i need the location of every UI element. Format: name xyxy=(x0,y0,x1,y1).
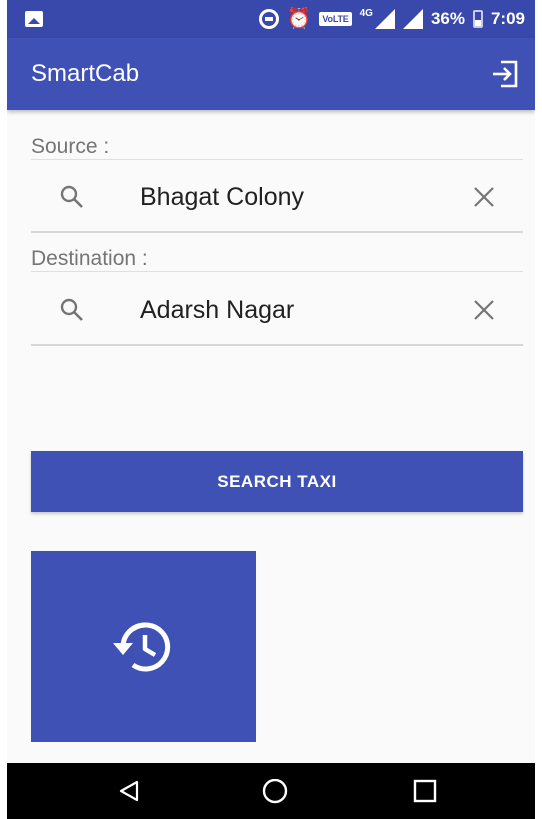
search-icon xyxy=(60,185,83,208)
search-icon xyxy=(60,298,83,321)
signal-icon xyxy=(402,9,423,29)
clear-icon[interactable] xyxy=(473,186,495,208)
recents-icon[interactable] xyxy=(413,779,437,803)
source-input[interactable]: Bhagat Colony xyxy=(140,183,304,212)
destination-label: Destination : xyxy=(31,247,148,270)
source-field[interactable]: Bhagat Colony xyxy=(31,167,523,227)
clock: 7:09 xyxy=(490,9,525,28)
back-icon[interactable] xyxy=(117,779,141,803)
alarm-icon: ⏰ xyxy=(286,8,312,30)
volte-badge: VoLTE xyxy=(319,12,352,26)
signal-icon xyxy=(374,9,395,29)
logout-button[interactable] xyxy=(489,58,521,90)
gallery-icon xyxy=(25,11,43,27)
history-button[interactable] xyxy=(31,551,256,742)
destination-input[interactable]: Adarsh Nagar xyxy=(140,296,294,325)
divider xyxy=(31,159,523,160)
battery-percent: 36% xyxy=(430,9,465,28)
status-icons: ⏰ VoLTE 4G 36% 7:09 xyxy=(258,0,525,38)
data-saver-icon xyxy=(258,9,279,29)
app-title: SmartCab xyxy=(31,60,140,87)
clear-icon[interactable] xyxy=(473,299,495,321)
home-icon[interactable] xyxy=(261,779,289,807)
divider xyxy=(31,271,523,272)
phone-screen: ⏰ VoLTE 4G 36% 7:09 SmartCab Source : Bh… xyxy=(7,0,535,819)
divider xyxy=(31,231,523,233)
source-label: Source : xyxy=(31,135,110,158)
logout-icon xyxy=(493,60,518,88)
divider xyxy=(31,344,523,346)
navigation-bar xyxy=(7,763,535,819)
search-taxi-button[interactable]: SEARCH TAXI xyxy=(31,451,523,512)
status-bar: ⏰ VoLTE 4G 36% 7:09 xyxy=(7,0,535,38)
history-icon xyxy=(113,622,171,672)
app-bar: SmartCab xyxy=(7,38,535,110)
destination-field[interactable]: Adarsh Nagar xyxy=(31,280,523,340)
battery-icon xyxy=(472,10,483,28)
network-type: 4G xyxy=(359,7,373,19)
